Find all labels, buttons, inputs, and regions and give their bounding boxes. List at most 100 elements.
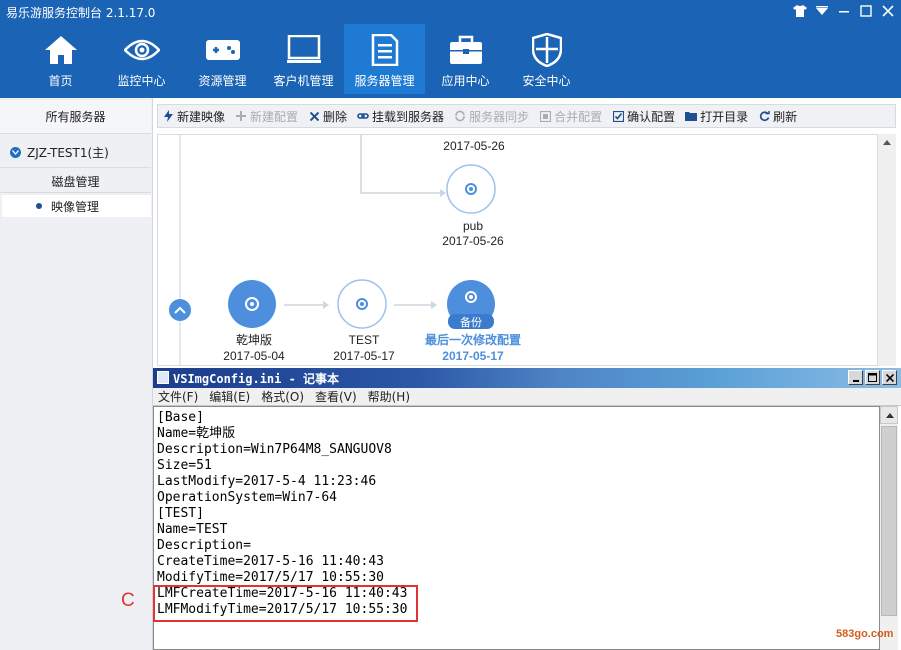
app-title: 易乐游服务控制台 2.1.17.0: [6, 6, 156, 20]
menu-file[interactable]: 文件(F): [158, 388, 198, 405]
notepad-maximize-icon[interactable]: [865, 370, 880, 385]
sidebar-item-image-management[interactable]: 映像管理: [2, 195, 151, 217]
refresh-label: 刷新: [773, 109, 798, 124]
nav-monitor-label: 监控中心: [117, 74, 166, 88]
nav-security[interactable]: 安全中心: [506, 24, 587, 94]
nav-home[interactable]: 首页: [20, 24, 101, 94]
link-icon: [357, 110, 369, 122]
nav-resources[interactable]: 资源管理: [182, 24, 263, 94]
sidebar-server-item[interactable]: ZJZ-TEST1(主): [0, 138, 151, 168]
text-line: Name=TEST: [157, 522, 228, 537]
notepad-titlebar[interactable]: VSImgConfig.ini - 记事本: [153, 368, 901, 388]
new-image-label: 新建映像: [177, 109, 226, 124]
nav-servers[interactable]: 服务器管理: [344, 24, 425, 94]
image-version-graph: 2017-05-26 pub 2017-05-26 乾坤版 2017-05-04: [157, 134, 896, 366]
shirt-icon[interactable]: [793, 4, 807, 18]
new-config-label: 新建配置: [250, 109, 299, 124]
plus-icon: [235, 110, 247, 122]
close-icon[interactable]: [881, 4, 895, 18]
open-directory-label: 打开目录: [700, 109, 749, 124]
mount-to-server-button[interactable]: 挂载到服务器: [357, 108, 444, 125]
scroll-up-icon[interactable]: [883, 140, 891, 145]
pub-node-date: 2017-05-26: [442, 234, 504, 248]
sidebar-all-servers[interactable]: 所有服务器: [0, 100, 151, 134]
scroll-thumb[interactable]: [881, 426, 897, 616]
nav-security-label: 安全中心: [522, 74, 571, 88]
menu-edit[interactable]: 编辑(E): [209, 388, 250, 405]
text-line: Size=51: [157, 458, 212, 473]
watermark: 583go.com: [836, 628, 894, 640]
top-node-date: 2017-05-26: [443, 139, 505, 153]
text-line: CreateTime=2017-5-16 11:40:43: [157, 554, 384, 569]
notepad-scrollbar[interactable]: [880, 406, 898, 650]
nav-apps[interactable]: 应用中心: [425, 24, 506, 94]
highlight-box: [153, 585, 418, 622]
merge-config-button[interactable]: 合并配置: [539, 108, 602, 125]
sidebar-item-image-label: 映像管理: [51, 199, 100, 214]
text-line: [Base]: [157, 410, 204, 425]
minimize-icon[interactable]: [837, 4, 851, 18]
home-icon: [41, 32, 81, 68]
merge-config-label: 合并配置: [554, 109, 603, 124]
maximize-icon[interactable]: [859, 4, 873, 18]
notepad-menubar: 文件(F) 编辑(E) 格式(O) 查看(V) 帮助(H): [153, 388, 901, 406]
graph-node-test[interactable]: [337, 279, 387, 329]
node-test-name: TEST: [349, 333, 380, 347]
notepad-window-controls: [848, 370, 897, 385]
open-directory-button[interactable]: 打开目录: [685, 108, 748, 125]
text-line: [TEST]: [157, 506, 204, 521]
menu-icon[interactable]: [815, 4, 829, 18]
nav-home-label: 首页: [48, 74, 73, 88]
nav-servers-label: 服务器管理: [354, 74, 415, 88]
x-icon: [308, 110, 320, 122]
toolbar: 新建映像 新建配置 删除 挂载到服务器 服务器同步 合并配置 确认配置 打开目录…: [157, 104, 896, 128]
collapse-button[interactable]: [169, 299, 191, 321]
text-line: OperationSystem=Win7-64: [157, 490, 338, 505]
nav-resources-label: 资源管理: [198, 74, 247, 88]
menu-help[interactable]: 帮助(H): [368, 388, 410, 405]
nav-clients[interactable]: 客户机管理: [263, 24, 344, 94]
confirm-config-button[interactable]: 确认配置: [612, 108, 675, 125]
main-nav: 首页 监控中心 资源管理 客户机管理 服务器管理 应用中心 安全中心: [20, 24, 587, 94]
server-sync-label: 服务器同步: [469, 109, 530, 124]
new-image-button[interactable]: 新建映像: [162, 108, 225, 125]
new-config-button[interactable]: 新建配置: [235, 108, 298, 125]
server-sync-button[interactable]: 服务器同步: [454, 108, 529, 125]
refresh-button[interactable]: 刷新: [758, 108, 797, 125]
scroll-up-icon[interactable]: [880, 406, 898, 424]
graph-node-pub[interactable]: [446, 164, 496, 214]
shield-icon: [527, 32, 567, 68]
bolt-icon: [162, 110, 174, 122]
toolbox-icon: [446, 32, 486, 68]
nav-apps-label: 应用中心: [441, 74, 490, 88]
graph-svg: 2017-05-26 pub 2017-05-26 乾坤版 2017-05-04: [169, 135, 521, 365]
node-backup-name: 最后一次修改配置: [425, 332, 521, 347]
chevron-down-icon[interactable]: [10, 147, 21, 158]
eye-icon: [122, 32, 162, 68]
text-line: ModifyTime=2017/5/17 10:55:30: [157, 570, 384, 585]
sidebar-item-disk-management[interactable]: 磁盘管理: [0, 171, 151, 193]
backup-badge: 备份: [460, 315, 482, 329]
notepad-minimize-icon[interactable]: [848, 370, 863, 385]
text-line: Description=: [157, 538, 251, 553]
nav-monitor[interactable]: 监控中心: [101, 24, 182, 94]
server-icon: [365, 32, 405, 68]
notepad-close-icon[interactable]: [882, 370, 897, 385]
menu-view[interactable]: 查看(V): [315, 388, 357, 405]
graph-node-base[interactable]: [228, 280, 276, 328]
text-line: LastModify=2017-5-4 11:23:46: [157, 474, 377, 489]
sync-icon: [454, 110, 466, 122]
menu-format[interactable]: 格式(O): [261, 388, 304, 405]
mount-to-server-label: 挂载到服务器: [372, 109, 445, 124]
sidebar-server-label: ZJZ-TEST1(主): [27, 146, 109, 160]
text-line: Description=Win7P64M8_SANGUOV8: [157, 442, 392, 457]
delete-button[interactable]: 删除: [308, 108, 347, 125]
bullet-icon: [36, 203, 42, 209]
window-controls: [793, 4, 895, 18]
nav-clients-label: 客户机管理: [273, 74, 334, 88]
folder-icon: [685, 110, 698, 122]
node-test-date: 2017-05-17: [333, 349, 395, 363]
node-base-date: 2017-05-04: [223, 349, 285, 363]
sidebar: 所有服务器 ZJZ-TEST1(主) 磁盘管理 映像管理: [0, 98, 153, 650]
graph-scrollbar[interactable]: [877, 134, 896, 366]
